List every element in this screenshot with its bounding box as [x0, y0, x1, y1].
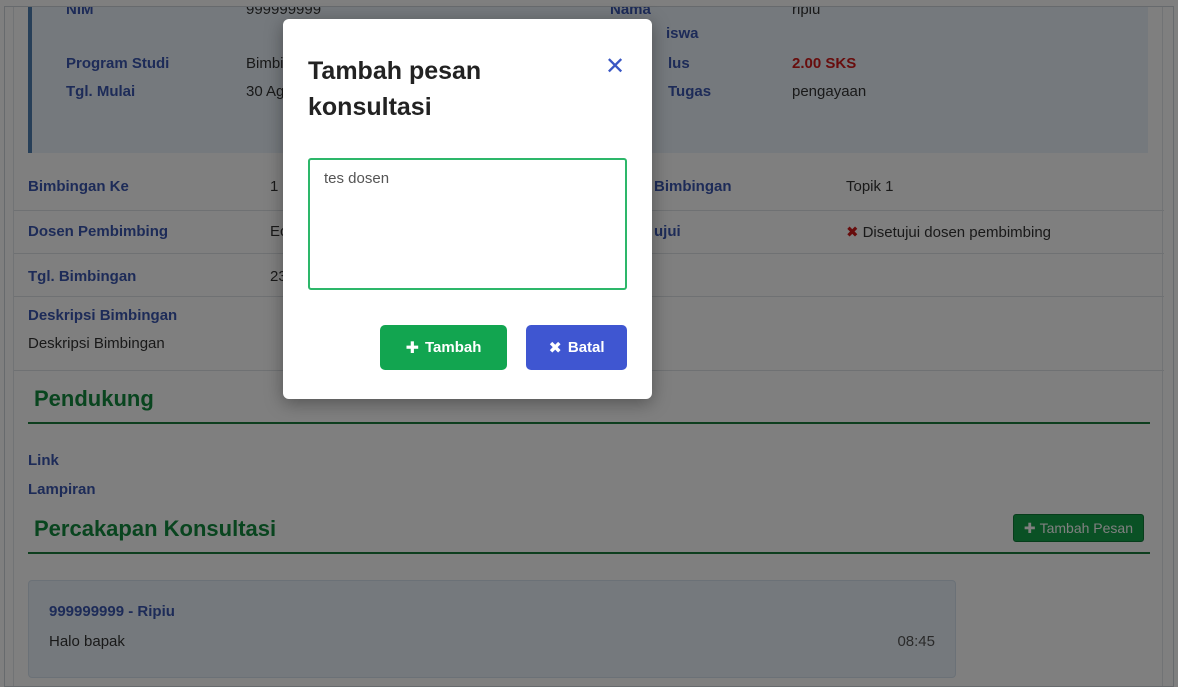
x-icon: ✖	[548, 339, 562, 357]
batal-button-label: Batal	[567, 339, 605, 356]
tambah-button[interactable]: ✚ Tambah	[380, 325, 507, 370]
close-icon[interactable]: ✕	[605, 55, 625, 79]
tambah-pesan-modal: Tambah pesan konsultasi ✕ tes dosen ✚ Ta…	[283, 19, 652, 399]
message-textarea[interactable]: tes dosen	[308, 158, 627, 290]
plus-icon: ✚	[405, 339, 419, 357]
tambah-button-label: Tambah	[425, 339, 482, 356]
batal-button[interactable]: ✖ Batal	[526, 325, 627, 370]
modal-title: Tambah pesan konsultasi	[308, 57, 482, 121]
